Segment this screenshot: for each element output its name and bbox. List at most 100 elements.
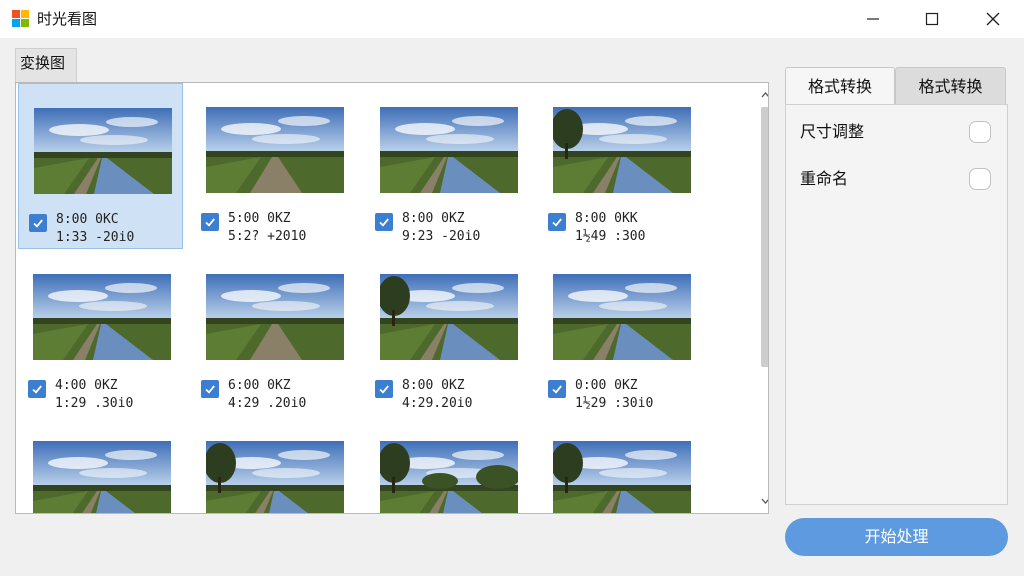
item-detail: 1:29 .30i0 xyxy=(55,396,134,411)
item-time: 5:00 0KZ xyxy=(228,211,291,226)
landscape-photo xyxy=(553,107,691,193)
settings-tabs: 格式转换 格式转换 xyxy=(785,67,1008,105)
item-caption: 0:00 0KZ 1½29 :30i0 xyxy=(575,377,653,413)
start-processing-button[interactable]: 开始处理 xyxy=(785,518,1008,556)
landscape-photo xyxy=(206,274,344,360)
scrollbar-thumb[interactable] xyxy=(761,107,768,367)
checkmark-icon xyxy=(33,219,43,228)
item-checkbox[interactable] xyxy=(375,213,393,231)
item-time: 6:00 0KZ xyxy=(228,378,291,393)
gallery-item[interactable] xyxy=(191,417,356,513)
gallery-item[interactable]: 8:00 0KC 1:33 -20i0 xyxy=(18,83,183,249)
landscape-photo xyxy=(553,441,691,513)
item-time: 8:00 0KC xyxy=(56,212,119,227)
image-thumbnail[interactable] xyxy=(553,274,691,360)
maximize-icon xyxy=(925,12,939,26)
item-checkbox[interactable] xyxy=(29,214,47,232)
checkmark-icon xyxy=(379,385,389,394)
landscape-photo xyxy=(206,107,344,193)
settings-panel-body: 尺寸调整 重命名 xyxy=(785,104,1008,505)
gallery-item[interactable]: 8:00 0KK 1½49 :300 xyxy=(538,83,703,249)
item-time: 8:00 0KZ xyxy=(402,211,465,226)
rename-toggle[interactable] xyxy=(969,168,991,190)
item-caption: 8:00 0KZ 4:29.20i0 xyxy=(402,377,472,413)
gallery-item[interactable]: 8:00 0KZ 4:29.20i0 xyxy=(365,250,530,416)
resize-toggle[interactable] xyxy=(969,121,991,143)
item-checkbox[interactable] xyxy=(375,380,393,398)
landscape-photo xyxy=(34,108,172,194)
item-checkbox[interactable] xyxy=(548,213,566,231)
checkmark-icon xyxy=(32,385,42,394)
gallery-item[interactable]: 8:00 0KZ 9:23 -20i0 xyxy=(365,83,530,249)
image-thumbnail[interactable] xyxy=(206,441,344,513)
item-detail: 1:33 -20i0 xyxy=(56,230,135,245)
item-detail: 4:29.20i0 xyxy=(402,396,473,411)
checkmark-icon xyxy=(379,218,389,227)
landscape-photo xyxy=(380,107,518,193)
gallery-item[interactable]: 4:00 0KZ 1:29 .30i0 xyxy=(18,250,183,416)
item-time: 8:00 0KZ xyxy=(402,378,465,393)
image-thumbnail[interactable] xyxy=(380,274,518,360)
resize-option-label: 尺寸调整 xyxy=(800,122,865,141)
gallery-group-label: 変换图 xyxy=(15,48,77,82)
item-time: 8:00 0KK xyxy=(575,211,638,226)
item-detail: 9:23 -20i0 xyxy=(402,229,481,244)
minimize-icon xyxy=(867,18,879,20)
title-bar: 时光看图 xyxy=(0,0,1024,38)
scroll-up-button[interactable] xyxy=(761,87,768,103)
item-detail: 1½29 :30i0 xyxy=(575,396,654,411)
checkmark-icon xyxy=(552,218,562,227)
vertical-scrollbar[interactable] xyxy=(761,83,768,513)
item-caption: 8:00 0KK 1½49 :300 xyxy=(575,210,645,246)
app-logo-icon xyxy=(12,10,30,28)
item-time: 0:00 0KZ xyxy=(575,378,638,393)
rename-option-label: 重命名 xyxy=(800,169,849,188)
item-caption: 8:00 0KZ 9:23 -20i0 xyxy=(402,210,480,246)
item-checkbox[interactable] xyxy=(548,380,566,398)
image-thumbnail[interactable] xyxy=(206,274,344,360)
gallery-item[interactable]: 0:00 0KZ 1½29 :30i0 xyxy=(538,250,703,416)
item-checkbox[interactable] xyxy=(28,380,46,398)
image-thumbnail[interactable] xyxy=(380,107,518,193)
image-thumbnail[interactable] xyxy=(33,274,171,360)
image-thumbnail[interactable] xyxy=(553,441,691,513)
close-button[interactable] xyxy=(970,0,1016,38)
minimize-button[interactable] xyxy=(850,0,896,38)
gallery-item[interactable]: 6:00 0KZ 4:29 .20i0 xyxy=(191,250,356,416)
checkmark-icon xyxy=(205,218,215,227)
gallery-item[interactable] xyxy=(538,417,703,513)
window-title: 时光看图 xyxy=(37,10,98,28)
item-checkbox[interactable] xyxy=(201,213,219,231)
landscape-photo xyxy=(380,441,518,513)
item-checkbox[interactable] xyxy=(201,380,219,398)
item-time: 4:00 0KZ xyxy=(55,378,118,393)
image-thumbnail[interactable] xyxy=(380,441,518,513)
landscape-photo xyxy=(33,441,171,513)
chevron-up-icon xyxy=(761,92,768,98)
gallery-item[interactable]: 5:00 0KZ 5:2? +2010 xyxy=(191,83,356,249)
image-thumbnail[interactable] xyxy=(34,108,172,194)
checkmark-icon xyxy=(552,385,562,394)
image-thumbnail[interactable] xyxy=(206,107,344,193)
item-detail: 5:2? +2010 xyxy=(228,229,307,244)
gallery-item[interactable] xyxy=(18,417,183,513)
close-icon xyxy=(986,12,1000,26)
scroll-down-button[interactable] xyxy=(761,493,768,509)
landscape-photo xyxy=(33,274,171,360)
item-detail: 4:29 .20i0 xyxy=(228,396,307,411)
maximize-button[interactable] xyxy=(909,0,955,38)
gallery-item[interactable] xyxy=(365,417,530,513)
landscape-photo xyxy=(206,441,344,513)
image-thumbnail[interactable] xyxy=(33,441,171,513)
item-detail: 1½49 :300 xyxy=(575,229,646,244)
tab-format-convert[interactable]: 格式转换 xyxy=(785,67,895,105)
item-caption: 5:00 0KZ 5:2? +2010 xyxy=(228,210,306,246)
landscape-photo xyxy=(380,274,518,360)
item-caption: 6:00 0KZ 4:29 .20i0 xyxy=(228,377,306,413)
tab-format-convert-2[interactable]: 格式转换 xyxy=(895,67,1006,105)
settings-panel: 格式转换 格式转换 尺寸调整 重命名 xyxy=(785,67,1008,505)
landscape-photo xyxy=(553,274,691,360)
image-gallery[interactable]: 8:00 0KC 1:33 -20i0 5:00 0KZ 5:2? +2010 8:00… xyxy=(15,82,769,514)
checkmark-icon xyxy=(205,385,215,394)
image-thumbnail[interactable] xyxy=(553,107,691,193)
